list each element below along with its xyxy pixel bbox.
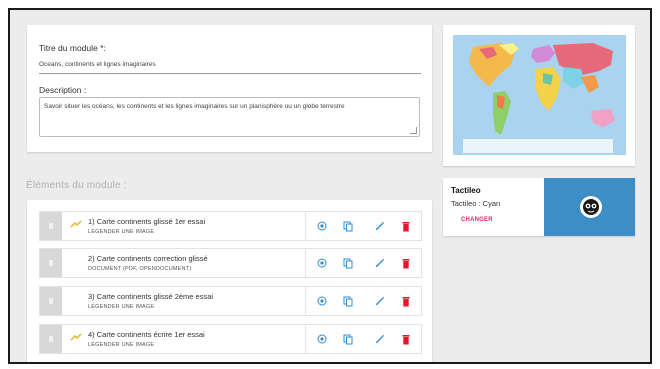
module-form-card: Titre du module *: Oceans, continents et…: [27, 25, 432, 152]
title-input-underline: [39, 73, 421, 74]
drag-handle-icon[interactable]: [40, 325, 62, 353]
delete-icon[interactable]: [399, 219, 413, 233]
duplicate-icon[interactable]: [341, 332, 355, 346]
description-label: Description :: [39, 85, 87, 95]
world-map-image: [453, 35, 626, 155]
section-title: Éléments du module :: [26, 180, 127, 191]
edit-icon[interactable]: [373, 332, 387, 346]
duplicate-icon[interactable]: [341, 219, 355, 233]
duplicate-icon[interactable]: [341, 256, 355, 270]
element-title: 2) Carte continents correction glissé: [88, 254, 208, 263]
edit-icon[interactable]: [373, 219, 387, 233]
title-label: Titre du module *:: [39, 43, 106, 53]
element-actions: [305, 212, 422, 240]
preview-icon[interactable]: [315, 294, 329, 308]
element-title: 3) Carte continents glissé 2ème essai: [88, 292, 214, 301]
element-actions: [305, 325, 422, 353]
theme-name: Tactileo: [451, 186, 481, 195]
theme-info: Tactileo Tactileo : Cyan CHANGER: [443, 178, 543, 236]
description-textarea[interactable]: Savoir situer les océans, les continents…: [39, 97, 420, 137]
preview-icon[interactable]: [315, 256, 329, 270]
delete-icon[interactable]: [399, 332, 413, 346]
edit-icon[interactable]: [373, 294, 387, 308]
list-item[interactable]: 2) Carte continents correction glissé DO…: [39, 248, 422, 278]
element-type: LÉGENDER UNE IMAGE: [88, 342, 155, 348]
element-title: 4) Carte continents écrire 1er essai: [88, 330, 205, 339]
drag-handle-icon[interactable]: [40, 287, 62, 315]
module-image-card[interactable]: [443, 25, 635, 166]
list-item[interactable]: 4) Carte continents écrire 1er essai LÉG…: [39, 324, 422, 354]
change-theme-button[interactable]: CHANGER: [461, 217, 493, 223]
edit-icon[interactable]: [373, 256, 387, 270]
drag-handle-icon[interactable]: [40, 212, 62, 240]
delete-icon[interactable]: [399, 256, 413, 270]
module-elements-list: 1) Carte continents glissé 1er essai LÉG…: [27, 200, 432, 362]
tactileo-logo-icon: [580, 196, 602, 218]
app-frame: Titre du module *: Oceans, continents et…: [8, 8, 652, 364]
element-actions: [305, 287, 422, 315]
element-title: 1) Carte continents glissé 1er essai: [88, 217, 206, 226]
preview-icon[interactable]: [315, 332, 329, 346]
title-input[interactable]: Oceans, continents et lignes imaginaires: [39, 61, 156, 68]
warning-icon: [70, 333, 82, 343]
preview-icon[interactable]: [315, 219, 329, 233]
list-item[interactable]: 1) Carte continents glissé 1er essai LÉG…: [39, 211, 422, 241]
theme-subtitle: Tactileo : Cyan: [451, 199, 501, 208]
list-item[interactable]: 3) Carte continents glissé 2ème essai LÉ…: [39, 286, 422, 316]
theme-card: Tactileo Tactileo : Cyan CHANGER: [443, 178, 635, 236]
drag-handle-icon[interactable]: [40, 249, 62, 277]
warning-icon: [70, 220, 82, 230]
element-type: LÉGENDER UNE IMAGE: [88, 304, 155, 310]
duplicate-icon[interactable]: [341, 294, 355, 308]
element-type: DOCUMENT (PDF, OPENDOCUMENT): [88, 266, 192, 272]
theme-color-swatch: [544, 178, 635, 236]
element-type: LÉGENDER UNE IMAGE: [88, 229, 155, 235]
element-actions: [305, 249, 422, 277]
delete-icon[interactable]: [399, 294, 413, 308]
description-text: Savoir situer les océans, les continents…: [44, 103, 345, 110]
resize-grip-icon[interactable]: [410, 127, 417, 134]
